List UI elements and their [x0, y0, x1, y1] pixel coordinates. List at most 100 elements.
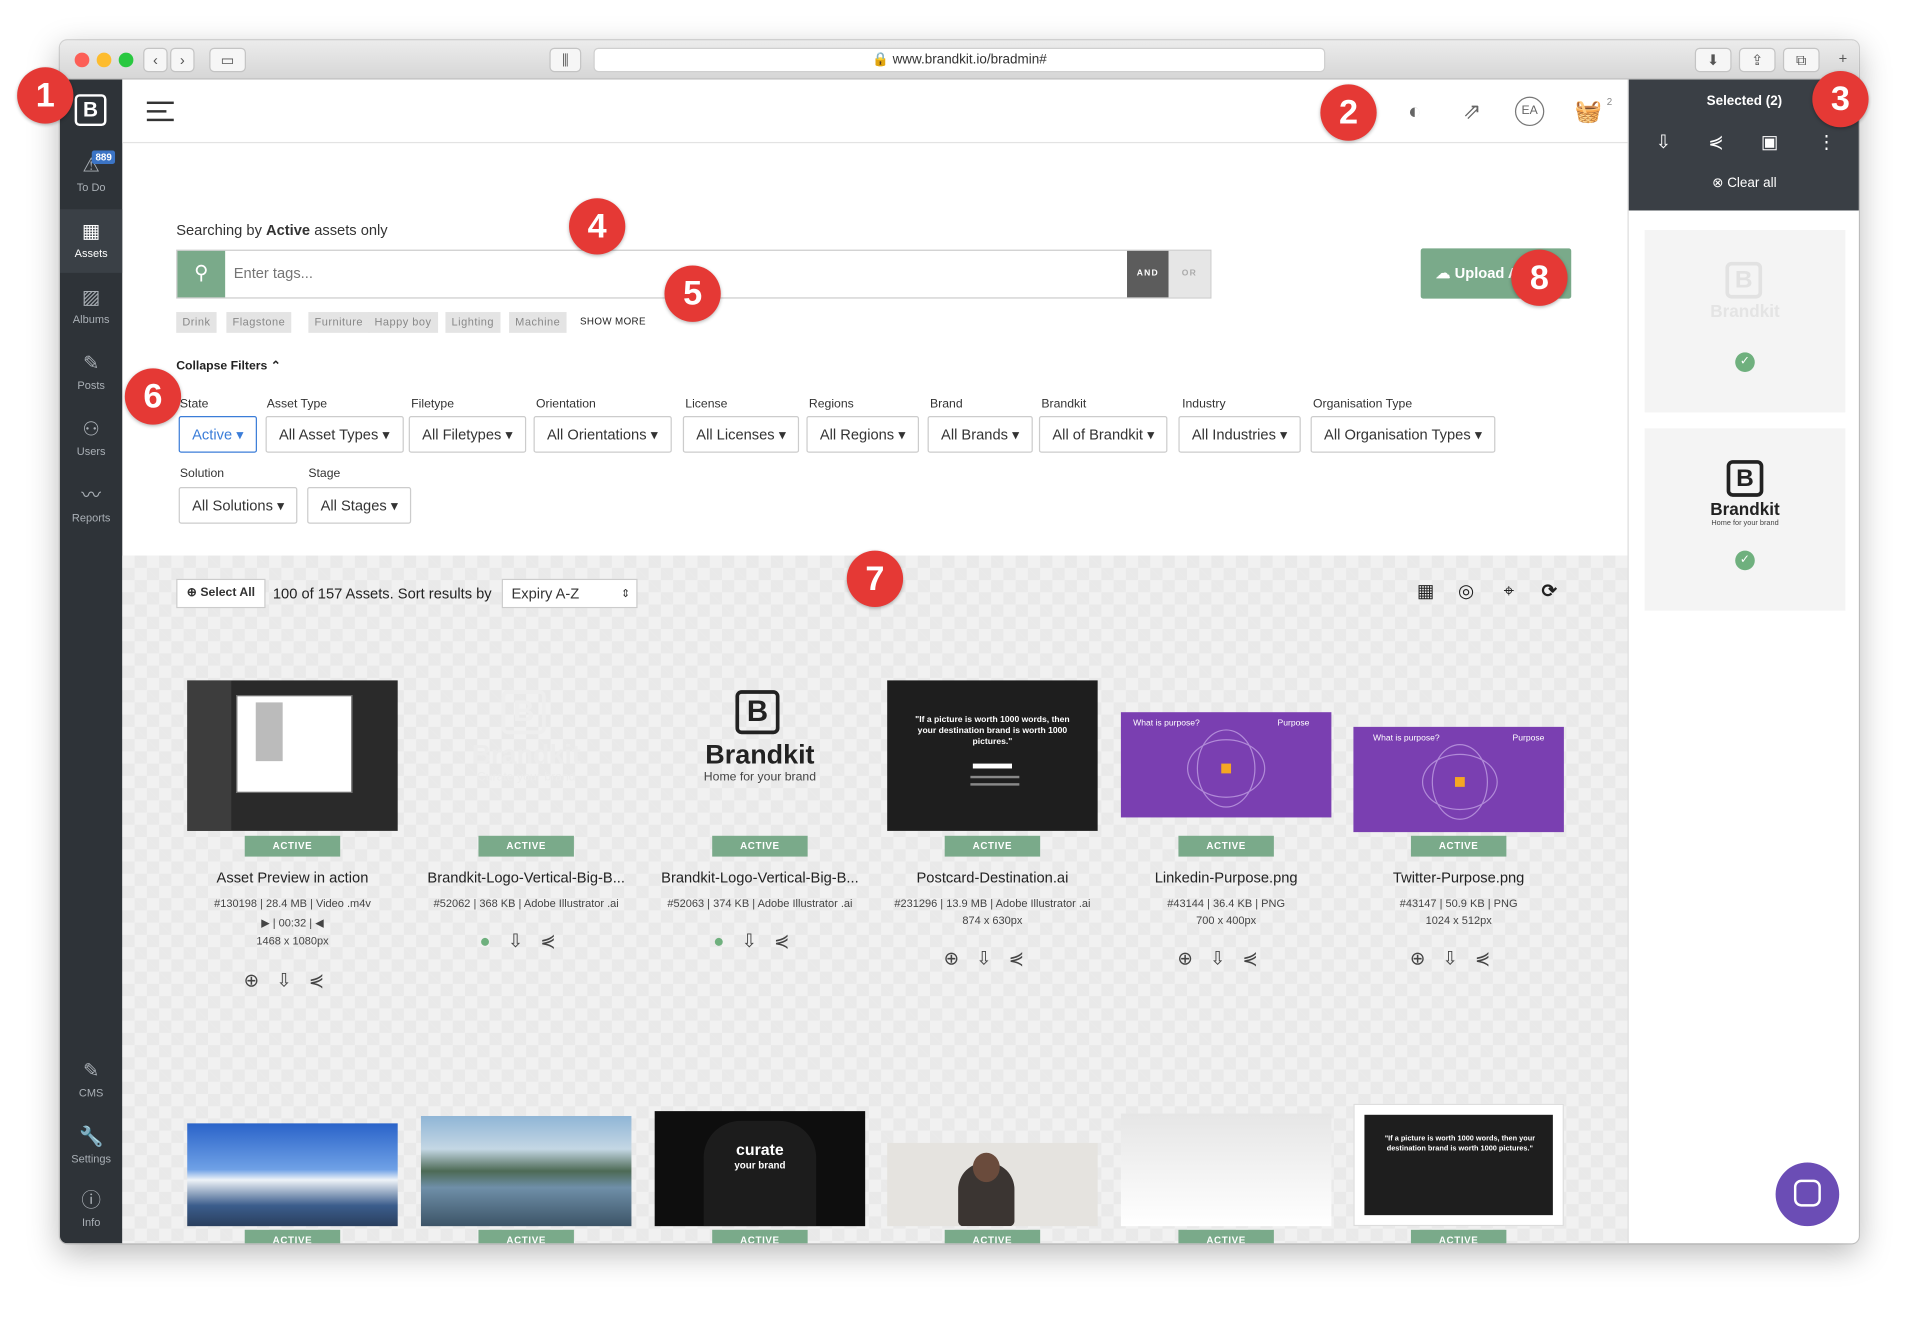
reader-icon[interactable]: ⫼ — [549, 47, 582, 73]
sidebar-item-assets[interactable]: ▦ Assets — [59, 209, 123, 273]
selected-item[interactable]: B Brandkit Home for your brand ✓ — [1644, 428, 1846, 611]
sidebar-item-reports[interactable]: 〰 Reports — [60, 474, 122, 538]
tag-chip[interactable]: Happy boy — [368, 312, 438, 333]
filter-solution-select[interactable]: All Solutions ▾ — [178, 487, 298, 524]
asset-thumbnail[interactable] — [420, 1116, 632, 1227]
add-icon[interactable]: ⊕ — [1177, 948, 1210, 969]
add-icon[interactable]: ⊕ — [244, 970, 277, 991]
contrast-icon[interactable]: ◐ — [1400, 97, 1429, 126]
or-toggle[interactable]: OR — [1168, 250, 1211, 298]
asset-name[interactable]: Twitter-Purpose.png — [1341, 869, 1576, 886]
tag-chip[interactable]: Furniture — [308, 312, 370, 333]
basket-icon[interactable]: 🧺 — [1574, 97, 1603, 126]
share-icon[interactable]: ⋞ — [1009, 948, 1042, 969]
asset-thumbnail[interactable] — [187, 1123, 398, 1227]
fingerprint-icon[interactable]: ◎ — [1455, 581, 1477, 603]
show-more-link[interactable]: SHOW MORE — [580, 316, 646, 327]
sidebar-toggle-icon[interactable]: ▭ — [209, 47, 246, 73]
download-cloud-icon[interactable]: ⇩ — [742, 931, 775, 952]
present-icon[interactable]: ⇗ — [1457, 97, 1486, 126]
filter-filetype-select[interactable]: All Filetypes ▾ — [408, 416, 527, 453]
share-icon[interactable]: ⋞ — [1242, 948, 1275, 969]
selected-check-icon[interactable]: ● — [480, 931, 508, 952]
user-avatar[interactable]: EA — [1514, 96, 1545, 127]
save-icon[interactable]: ▣ — [1761, 131, 1778, 153]
tag-chip[interactable]: Lighting — [445, 312, 501, 333]
tag-chip[interactable]: Drink — [176, 312, 217, 333]
selected-check-icon[interactable]: ✓ — [1735, 352, 1755, 373]
and-toggle[interactable]: AND — [1127, 250, 1169, 298]
sort-select[interactable]: Expiry A-Z ⇕ — [501, 578, 638, 609]
share-icon[interactable]: ⋞ — [774, 931, 807, 952]
sidebar-item-info[interactable]: ⓘ Info — [60, 1178, 122, 1242]
filter-industry-select[interactable]: All Industries ▾ — [1178, 416, 1301, 453]
download-icon[interactable]: ⬇ — [1694, 47, 1732, 73]
back-icon[interactable]: ‹ — [143, 47, 168, 73]
new-tab-icon[interactable]: + — [1829, 48, 1856, 72]
asset-thumbnail[interactable]: B Brandkit Home for your brand — [655, 680, 865, 831]
collapse-filters-toggle[interactable]: Collapse Filters ⌃ — [176, 360, 281, 373]
sidebar-item-albums[interactable]: ▨ Albums — [60, 275, 122, 339]
add-icon[interactable]: ⊕ — [944, 948, 977, 969]
tabs-icon[interactable]: ⧉ — [1782, 47, 1820, 73]
share-icon[interactable]: ⋞ — [309, 970, 342, 991]
asset-thumbnail[interactable]: "If a picture is worth 1000 words, then … — [887, 680, 1098, 831]
add-icon[interactable]: ⊕ — [1410, 948, 1443, 969]
asset-thumbnail[interactable] — [887, 1142, 1098, 1227]
asset-thumbnail[interactable]: What is purpose? Purpose — [1353, 726, 1564, 833]
selected-check-icon[interactable]: ✓ — [1735, 550, 1755, 571]
asset-name[interactable]: Brandkit-Logo-Vertical-Big-B... — [409, 869, 644, 886]
filter-brand-select[interactable]: All Brands ▾ — [927, 416, 1033, 453]
filter-regions-select[interactable]: All Regions ▾ — [806, 416, 920, 453]
sidebar-item-settings[interactable]: 🔧 Settings — [60, 1115, 122, 1179]
asset-thumbnail[interactable] — [187, 680, 398, 831]
filter-orientation-select[interactable]: All Orientations ▾ — [533, 416, 672, 453]
chat-launcher-icon[interactable] — [1775, 1162, 1840, 1227]
grid-view-icon[interactable]: ▦ — [1415, 581, 1437, 603]
filter-organisation-type-select[interactable]: All Organisation Types ▾ — [1310, 416, 1496, 453]
share-icon[interactable]: ⇪ — [1738, 47, 1776, 73]
share-icon[interactable]: ⋞ — [1475, 948, 1508, 969]
tag-chip[interactable]: Flagstone — [226, 312, 292, 333]
address-bar[interactable]: 🔒 www.brandkit.io/bradmin# — [593, 47, 1326, 73]
tag-chip[interactable]: Machine — [509, 312, 567, 333]
maximize-dot[interactable] — [118, 52, 134, 68]
asset-name[interactable]: Asset Preview in action — [175, 869, 410, 886]
clear-all-button[interactable]: ⊗ Clear all — [1629, 175, 1859, 191]
sidebar-item-users[interactable]: ⚇ Users — [60, 407, 122, 471]
asset-thumbnail[interactable]: B Brandkit Curate your brand — [421, 680, 631, 831]
asset-name[interactable]: Linkedin-Purpose.png — [1109, 869, 1344, 886]
hamburger-menu-icon[interactable] — [146, 101, 174, 122]
asset-thumbnail[interactable]: curate your brand — [654, 1111, 866, 1227]
more-vertical-icon[interactable]: ⋮ — [1817, 131, 1835, 153]
asset-thumbnail[interactable] — [1120, 1113, 1332, 1227]
asset-thumbnail[interactable]: What is purpose? Purpose — [1120, 712, 1332, 818]
refresh-icon[interactable]: ⟳ — [1538, 581, 1560, 603]
brandkit-logo-icon[interactable]: B — [74, 94, 107, 127]
asset-name[interactable]: Postcard-Destination.ai — [875, 869, 1110, 886]
close-dot[interactable] — [74, 52, 90, 68]
map-pin-icon[interactable]: ⌖ — [1498, 581, 1520, 603]
search-icon[interactable]: ⚲ — [177, 250, 226, 298]
filter-stage-select[interactable]: All Stages ▾ — [307, 487, 412, 524]
minimize-dot[interactable] — [96, 52, 112, 68]
asset-thumbnail[interactable]: "If a picture is worth 1000 words, then … — [1353, 1103, 1564, 1227]
sidebar-item-posts[interactable]: ✎ Posts — [60, 341, 122, 405]
filter-asset-type-select[interactable]: All Asset Types ▾ — [265, 416, 404, 453]
select-all-button[interactable]: ⊕ Select All — [176, 578, 266, 609]
share-icon[interactable]: ⋞ — [1708, 131, 1723, 153]
filter-license-select[interactable]: All Licenses ▾ — [682, 416, 800, 453]
tag-search-input[interactable] — [233, 264, 968, 282]
download-cloud-icon[interactable]: ⇩ — [508, 931, 541, 952]
sidebar-item-cms[interactable]: ✎ CMS — [60, 1049, 122, 1113]
asset-name[interactable]: Brandkit-Logo-Vertical-Big-B... — [642, 869, 877, 886]
sidebar-item-todo[interactable]: ⚠ 889 To Do — [60, 143, 122, 207]
selected-item[interactable]: B Brandkit ✓ — [1644, 230, 1846, 413]
download-cloud-icon[interactable]: ⇩ — [1442, 948, 1475, 969]
share-icon[interactable]: ⋞ — [540, 931, 573, 952]
download-cloud-icon[interactable]: ⇩ — [1210, 948, 1243, 969]
download-cloud-icon[interactable]: ⇩ — [1656, 131, 1671, 153]
filter-state-select[interactable]: Active ▾ — [178, 416, 258, 453]
selected-check-icon[interactable]: ● — [713, 931, 741, 952]
download-cloud-icon[interactable]: ⇩ — [276, 970, 309, 991]
